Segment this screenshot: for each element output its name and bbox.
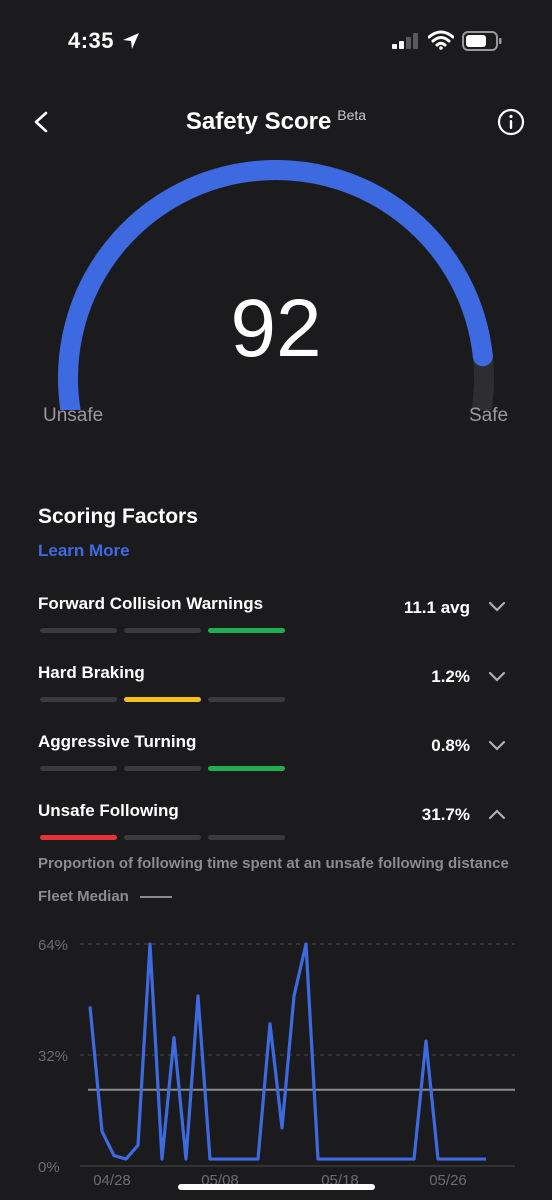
learn-more-link[interactable]: Learn More	[38, 541, 130, 561]
level-segment	[124, 697, 201, 702]
level-segment	[40, 697, 117, 702]
factor-value: 1.2%	[431, 667, 470, 686]
x-tick-label: 05/26	[429, 1172, 467, 1189]
level-segment	[208, 628, 285, 633]
level-segment	[124, 628, 201, 633]
level-segment	[40, 766, 117, 771]
factor-value: 0.8%	[431, 736, 470, 755]
chevron-down-icon[interactable]	[488, 601, 506, 613]
home-indicator[interactable]	[178, 1184, 375, 1190]
gauge-unsafe-label: Unsafe	[43, 405, 104, 426]
safety-score-value: 92	[230, 283, 322, 374]
unsafe-following-chart: 64%32%0%04/28 05/08 05/18 05/26	[38, 937, 515, 1189]
level-segment	[208, 697, 285, 702]
level-segment	[40, 835, 117, 840]
info-icon[interactable]	[497, 108, 525, 136]
cellular-signal-icon	[392, 33, 418, 49]
level-segment	[208, 835, 285, 840]
level-segment	[124, 835, 201, 840]
level-segment	[40, 628, 117, 633]
scoring-factors-title: Scoring Factors	[38, 505, 198, 528]
level-segment	[208, 766, 285, 771]
wifi-icon	[428, 30, 454, 50]
factor-name: Hard Braking	[38, 663, 145, 682]
factor-value: 11.1 avg	[403, 598, 470, 617]
factor-level-bars	[40, 628, 285, 634]
factor-name: Forward Collision Warnings	[38, 594, 264, 613]
factor-level-bars	[40, 766, 285, 772]
factor-level-bars	[40, 697, 285, 703]
page-title: Safety Score Beta	[185, 107, 367, 135]
factor-name: Unsafe Following	[38, 801, 179, 820]
factor-level-bars	[40, 835, 285, 841]
x-tick-label: 04/28	[93, 1172, 131, 1189]
status-time: 4:35	[68, 28, 115, 53]
y-tick-label: 64%	[38, 937, 68, 954]
fleet-median-legend: Fleet Median	[38, 888, 129, 905]
factor-name: Aggressive Turning	[38, 732, 197, 751]
battery-icon	[462, 31, 502, 51]
chevron-down-icon[interactable]	[488, 671, 506, 683]
level-segment	[124, 766, 201, 771]
y-tick-label: 0%	[38, 1159, 60, 1176]
beta-badge: Beta	[337, 107, 367, 123]
y-tick-label: 32%	[38, 1048, 68, 1065]
factor-value: 31.7%	[421, 805, 470, 824]
gauge-safe-label: Safe	[469, 405, 509, 426]
chevron-down-icon[interactable]	[488, 740, 506, 752]
location-arrow-icon	[123, 33, 139, 49]
fleet-median-legend-swatch	[140, 896, 172, 898]
chevron-up-icon[interactable]	[488, 808, 506, 820]
unsafe-following-description: Proportion of following time spent at an…	[38, 855, 509, 872]
unsafe-following-series-line	[88, 942, 486, 1161]
